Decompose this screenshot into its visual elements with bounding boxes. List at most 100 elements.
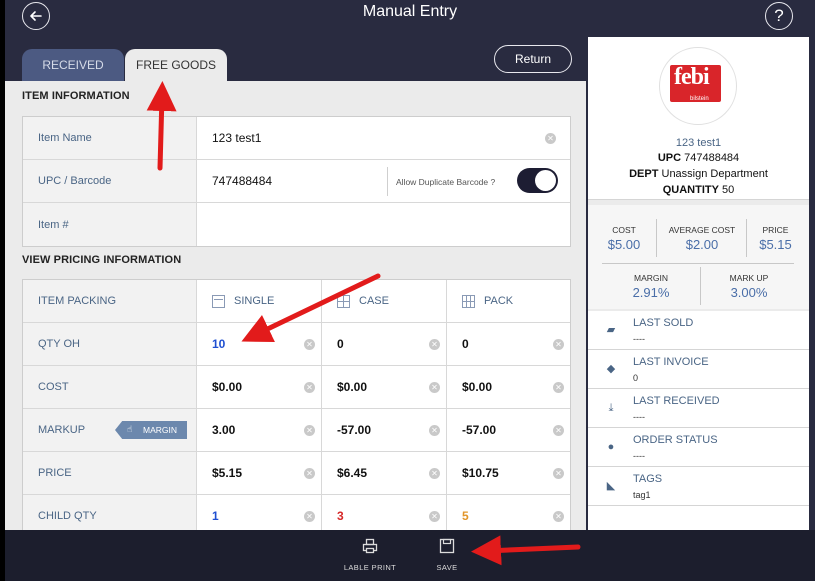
activity-list: ▰ LAST SOLD ---- ◆ LAST INVOICE 0 ⤓ LAST… — [588, 311, 809, 530]
cost-row: COST $0.00 ✕ $0.00 ✕ $0.00 ✕ — [23, 366, 570, 409]
clear-icon[interactable]: ✕ — [304, 339, 315, 350]
pack-header: PACK — [484, 295, 514, 307]
item-number-label: Item # — [23, 203, 197, 246]
product-summary-panel: febi bilstein 123 test1 UPC 747488484 DE… — [588, 37, 809, 530]
margin-button-label: MARGIN — [143, 425, 177, 435]
row-label: COST — [23, 366, 197, 408]
clear-icon[interactable]: ✕ — [553, 425, 564, 436]
markup-row: MARKUP ☝ MARGIN 3.00 ✕ -57.00 ✕ -57.00 ✕ — [23, 409, 570, 452]
hand-tap-icon: ☝ — [127, 424, 133, 434]
allow-duplicate-toggle[interactable] — [517, 168, 558, 193]
page-title: Manual Entry — [362, 3, 458, 20]
clear-icon[interactable]: ✕ — [553, 382, 564, 393]
markup-single[interactable]: 3.00 ✕ — [197, 409, 322, 451]
pricing-heading: VIEW PRICING INFORMATION — [22, 254, 182, 266]
case-header: CASE — [359, 295, 389, 307]
clear-icon[interactable]: ✕ — [429, 511, 440, 522]
help-icon: ? — [774, 6, 784, 25]
return-button[interactable]: Return — [494, 45, 572, 73]
upc-field[interactable]: 747488484 Allow Duplicate Barcode ? — [197, 160, 570, 202]
qty-oh-single[interactable]: 10 ✕ — [197, 323, 322, 365]
item-name-field[interactable]: 123 test1 ✕ — [197, 117, 570, 159]
column-pack: PACK — [447, 280, 570, 322]
clear-icon[interactable]: ✕ — [429, 339, 440, 350]
clear-icon[interactable]: ✕ — [429, 468, 440, 479]
cell-value: $0.00 — [337, 380, 368, 394]
last-sold-item[interactable]: ▰ LAST SOLD ---- — [588, 311, 809, 350]
label-print-button[interactable]: LABLE PRINT — [340, 538, 400, 572]
cell-value: $10.75 — [462, 466, 499, 480]
stopwatch-icon: ● — [607, 441, 615, 453]
margin-toggle-button[interactable]: ☝ MARGIN — [115, 421, 187, 439]
price-pack[interactable]: $10.75 ✕ — [447, 452, 570, 494]
clear-icon[interactable]: ✕ — [304, 468, 315, 479]
markup-case[interactable]: -57.00 ✕ — [322, 409, 447, 451]
markup-pack[interactable]: -57.00 ✕ — [447, 409, 570, 451]
cell-value: -57.00 — [462, 423, 497, 437]
label-print-label: LABLE PRINT — [343, 563, 397, 572]
row-label: CHILD QTY — [23, 495, 197, 530]
product-upc: UPC 747488484 — [657, 152, 740, 164]
cost-case[interactable]: $0.00 ✕ — [322, 366, 447, 408]
cell-value: $0.00 — [462, 380, 493, 394]
tag-icon: ◣ — [606, 480, 616, 492]
cost-pack[interactable]: $0.00 ✕ — [447, 366, 570, 408]
clear-icon[interactable]: ✕ — [304, 425, 315, 436]
main-panel: RECEIVED FREE GOODS Return ITEM INFORMAT… — [5, 37, 586, 530]
pricing-table: ITEM PACKING SINGLE CASE PACK QTY OH 10 ✕… — [22, 279, 571, 530]
clear-icon[interactable]: ✕ — [429, 425, 440, 436]
last-received-item[interactable]: ⤓ LAST RECEIVED ---- — [588, 389, 809, 428]
product-image[interactable]: febi bilstein — [659, 47, 737, 125]
product-card: febi bilstein 123 test1 UPC 747488484 DE… — [588, 37, 809, 200]
toggle-knob — [535, 170, 556, 191]
cost-single[interactable]: $0.00 ✕ — [197, 366, 322, 408]
clear-icon[interactable]: ✕ — [304, 511, 315, 522]
qty-oh-row: QTY OH 10 ✕ 0 ✕ 0 ✕ — [23, 323, 570, 366]
pricing-header-row: ITEM PACKING SINGLE CASE PACK — [23, 280, 570, 323]
item-information-heading: ITEM INFORMATION — [22, 90, 130, 102]
last-invoice-item[interactable]: ◆ LAST INVOICE 0 — [588, 350, 809, 389]
item-name-row: Item Name 123 test1 ✕ — [23, 117, 570, 160]
tab-strip: RECEIVED FREE GOODS Return — [5, 37, 586, 81]
stat-cost: COST $5.00 — [607, 225, 641, 252]
clear-icon[interactable]: ✕ — [429, 382, 440, 393]
save-button[interactable]: SAVE — [425, 538, 469, 572]
cell-value: 3 — [337, 509, 344, 523]
item-number-row: Item # — [23, 203, 570, 246]
clear-icon[interactable]: ✕ — [304, 382, 315, 393]
price-case[interactable]: $6.45 ✕ — [322, 452, 447, 494]
child-qty-pack[interactable]: 5 ✕ — [447, 495, 570, 530]
tab-received[interactable]: RECEIVED — [22, 49, 124, 81]
allow-duplicate-wrap: Allow Duplicate Barcode ? — [387, 167, 495, 196]
divider — [602, 263, 794, 264]
order-status-item[interactable]: ● ORDER STATUS ---- — [588, 428, 809, 467]
row-label: MARKUP — [38, 424, 86, 436]
clear-icon[interactable]: ✕ — [545, 133, 556, 144]
stat-markup: MARK UP 3.00% — [729, 273, 769, 300]
column-case: CASE — [322, 280, 447, 322]
tags-item[interactable]: ◣ TAGS tag1 — [588, 467, 809, 506]
child-qty-case[interactable]: 3 ✕ — [322, 495, 447, 530]
cell-value: -57.00 — [337, 423, 372, 437]
clear-icon[interactable]: ✕ — [553, 468, 564, 479]
help-button[interactable]: ? — [765, 2, 793, 30]
row-label: QTY OH — [23, 323, 197, 365]
qty-oh-pack[interactable]: 0 ✕ — [447, 323, 570, 365]
qty-oh-case[interactable]: 0 ✕ — [322, 323, 447, 365]
child-qty-single[interactable]: 1 ✕ — [197, 495, 322, 530]
stat-price: PRICE $5.15 — [759, 225, 792, 252]
printer-icon — [362, 538, 378, 554]
tab-free-goods[interactable]: FREE GOODS — [125, 49, 227, 81]
price-single[interactable]: $5.15 ✕ — [197, 452, 322, 494]
item-number-field[interactable] — [197, 203, 570, 246]
product-name: 123 test1 — [675, 137, 722, 149]
clear-icon[interactable]: ✕ — [553, 339, 564, 350]
clear-icon[interactable]: ✕ — [553, 511, 564, 522]
cell-value: $5.15 — [212, 466, 243, 480]
stat-margin: MARGIN 2.91% — [632, 273, 670, 300]
cost-stats: COST $5.00 AVERAGE COST $2.00 PRICE $5.15 M… — [588, 205, 809, 309]
product-dept: DEPT Unassign Department — [629, 168, 768, 180]
price-row: PRICE $5.15 ✕ $6.45 ✕ $10.75 ✕ — [23, 452, 570, 495]
brand-logo-text: febi — [674, 64, 710, 90]
product-quantity: QUANTITY 50 — [662, 184, 735, 196]
